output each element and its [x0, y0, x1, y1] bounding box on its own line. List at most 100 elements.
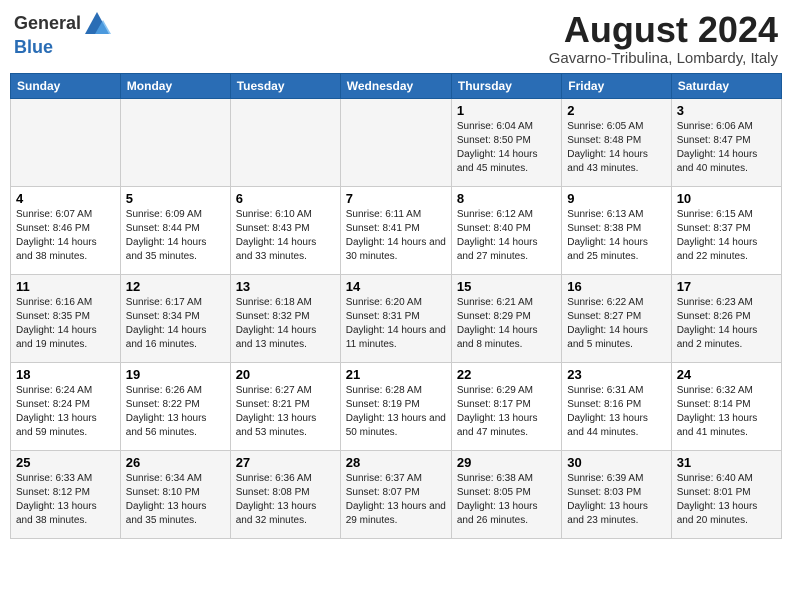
calendar-table: SundayMondayTuesdayWednesdayThursdayFrid… [10, 73, 782, 539]
day-info: Sunrise: 6:07 AM Sunset: 8:46 PM Dayligh… [16, 208, 115, 264]
calendar-cell: 31 Sunrise: 6:40 AM Sunset: 8:01 PM Dayli… [671, 450, 781, 538]
logo-blue: Blue [14, 37, 53, 57]
calendar-cell: 17Sunrise: 6:23 AM Sunset: 8:26 PM Dayli… [671, 274, 781, 362]
day-info: Sunrise: 6:38 AM Sunset: 8:05 PM Dayligh… [457, 472, 556, 528]
day-number: 8 [457, 191, 556, 206]
logo-icon [83, 10, 111, 38]
calendar-cell: 29 Sunrise: 6:38 AM Sunset: 8:05 PM Dayli… [451, 450, 561, 538]
day-info: Sunrise: 6:18 AM Sunset: 8:32 PM Dayligh… [236, 296, 335, 352]
weekday-header-sunday: Sunday [11, 73, 121, 98]
day-number: 25 [16, 455, 115, 470]
calendar-cell: 11Sunrise: 6:16 AM Sunset: 8:35 PM Dayli… [11, 274, 121, 362]
day-number: 1 [457, 103, 556, 118]
day-number: 16 [567, 279, 665, 294]
day-number: 10 [677, 191, 776, 206]
day-number: 20 [236, 367, 335, 382]
day-number: 12 [126, 279, 225, 294]
day-number: 7 [346, 191, 446, 206]
weekday-header-thursday: Thursday [451, 73, 561, 98]
day-number: 19 [126, 367, 225, 382]
day-number: 28 [346, 455, 446, 470]
calendar-cell [340, 98, 451, 186]
calendar-cell: 26 Sunrise: 6:34 AM Sunset: 8:10 PM Dayli… [120, 450, 230, 538]
weekday-header-monday: Monday [120, 73, 230, 98]
calendar-cell: 23Sunrise: 6:31 AM Sunset: 8:16 PM Dayli… [562, 362, 671, 450]
day-number: 29 [457, 455, 556, 470]
calendar-cell: 7Sunrise: 6:11 AM Sunset: 8:41 PM Daylig… [340, 186, 451, 274]
day-info: Sunrise: 6:17 AM Sunset: 8:34 PM Dayligh… [126, 296, 225, 352]
day-number: 18 [16, 367, 115, 382]
day-info: Sunrise: 6:28 AM Sunset: 8:19 PM Dayligh… [346, 384, 446, 440]
weekday-header-tuesday: Tuesday [230, 73, 340, 98]
day-number: 2 [567, 103, 665, 118]
day-info: Sunrise: 6:16 AM Sunset: 8:35 PM Dayligh… [16, 296, 115, 352]
day-info: Sunrise: 6:29 AM Sunset: 8:17 PM Dayligh… [457, 384, 556, 440]
day-info: Sunrise: 6:34 AM Sunset: 8:10 PM Dayligh… [126, 472, 225, 528]
calendar-cell: 10 Sunrise: 6:15 AM Sunset: 8:37 PM Dayli… [671, 186, 781, 274]
day-info: Sunrise: 6:05 AM Sunset: 8:48 PM Dayligh… [567, 120, 665, 176]
day-info: Sunrise: 6:21 AM Sunset: 8:29 PM Dayligh… [457, 296, 556, 352]
day-info: Sunrise: 6:20 AM Sunset: 8:31 PM Dayligh… [346, 296, 446, 352]
day-info: Sunrise: 6:31 AM Sunset: 8:16 PM Dayligh… [567, 384, 665, 440]
calendar-cell: 30 Sunrise: 6:39 AM Sunset: 8:03 PM Dayli… [562, 450, 671, 538]
calendar-cell: 2 Sunrise: 6:05 AM Sunset: 8:48 PM Daylig… [562, 98, 671, 186]
calendar-cell: 25Sunrise: 6:33 AM Sunset: 8:12 PM Dayli… [11, 450, 121, 538]
day-number: 24 [677, 367, 776, 382]
calendar-cell: 3 Sunrise: 6:06 AM Sunset: 8:47 PM Daylig… [671, 98, 781, 186]
calendar-cell: 12 Sunrise: 6:17 AM Sunset: 8:34 PM Dayli… [120, 274, 230, 362]
week-row-4: 18 Sunrise: 6:24 AM Sunset: 8:24 PM Dayli… [11, 362, 782, 450]
calendar-cell: 16 Sunrise: 6:22 AM Sunset: 8:27 PM Dayli… [562, 274, 671, 362]
day-info: Sunrise: 6:04 AM Sunset: 8:50 PM Dayligh… [457, 120, 556, 176]
location-title: Gavarno-Tribulina, Lombardy, Italy [549, 50, 778, 67]
calendar-cell: 13Sunrise: 6:18 AM Sunset: 8:32 PM Dayli… [230, 274, 340, 362]
page-header: General Blue August 2024 Gavarno-Tribuli… [10, 10, 782, 67]
day-info: Sunrise: 6:40 AM Sunset: 8:01 PM Dayligh… [677, 472, 776, 528]
day-number: 30 [567, 455, 665, 470]
calendar-cell: 27Sunrise: 6:36 AM Sunset: 8:08 PM Dayli… [230, 450, 340, 538]
day-number: 6 [236, 191, 335, 206]
calendar-cell [120, 98, 230, 186]
calendar-cell [230, 98, 340, 186]
day-number: 22 [457, 367, 556, 382]
weekday-header-saturday: Saturday [671, 73, 781, 98]
calendar-cell: 21Sunrise: 6:28 AM Sunset: 8:19 PM Dayli… [340, 362, 451, 450]
day-info: Sunrise: 6:36 AM Sunset: 8:08 PM Dayligh… [236, 472, 335, 528]
day-info: Sunrise: 6:10 AM Sunset: 8:43 PM Dayligh… [236, 208, 335, 264]
day-info: Sunrise: 6:27 AM Sunset: 8:21 PM Dayligh… [236, 384, 335, 440]
logo: General Blue [14, 10, 111, 58]
weekday-header-row: SundayMondayTuesdayWednesdayThursdayFrid… [11, 73, 782, 98]
day-number: 15 [457, 279, 556, 294]
weekday-header-friday: Friday [562, 73, 671, 98]
day-info: Sunrise: 6:09 AM Sunset: 8:44 PM Dayligh… [126, 208, 225, 264]
calendar-cell: 4 Sunrise: 6:07 AM Sunset: 8:46 PM Daylig… [11, 186, 121, 274]
day-info: Sunrise: 6:22 AM Sunset: 8:27 PM Dayligh… [567, 296, 665, 352]
day-info: Sunrise: 6:23 AM Sunset: 8:26 PM Dayligh… [677, 296, 776, 352]
day-number: 3 [677, 103, 776, 118]
week-row-1: 1 Sunrise: 6:04 AM Sunset: 8:50 PM Daylig… [11, 98, 782, 186]
day-info: Sunrise: 6:26 AM Sunset: 8:22 PM Dayligh… [126, 384, 225, 440]
calendar-cell [11, 98, 121, 186]
calendar-cell: 8 Sunrise: 6:12 AM Sunset: 8:40 PM Daylig… [451, 186, 561, 274]
day-number: 31 [677, 455, 776, 470]
day-number: 4 [16, 191, 115, 206]
calendar-cell: 6 Sunrise: 6:10 AM Sunset: 8:43 PM Daylig… [230, 186, 340, 274]
day-info: Sunrise: 6:32 AM Sunset: 8:14 PM Dayligh… [677, 384, 776, 440]
day-number: 26 [126, 455, 225, 470]
week-row-5: 25Sunrise: 6:33 AM Sunset: 8:12 PM Dayli… [11, 450, 782, 538]
day-info: Sunrise: 6:15 AM Sunset: 8:37 PM Dayligh… [677, 208, 776, 264]
calendar-cell: 22 Sunrise: 6:29 AM Sunset: 8:17 PM Dayli… [451, 362, 561, 450]
calendar-cell: 5Sunrise: 6:09 AM Sunset: 8:44 PM Daylig… [120, 186, 230, 274]
calendar-cell: 19 Sunrise: 6:26 AM Sunset: 8:22 PM Dayli… [120, 362, 230, 450]
day-info: Sunrise: 6:24 AM Sunset: 8:24 PM Dayligh… [16, 384, 115, 440]
calendar-cell: 15 Sunrise: 6:21 AM Sunset: 8:29 PM Dayli… [451, 274, 561, 362]
day-info: Sunrise: 6:06 AM Sunset: 8:47 PM Dayligh… [677, 120, 776, 176]
title-block: August 2024 Gavarno-Tribulina, Lombardy,… [549, 10, 778, 67]
day-number: 9 [567, 191, 665, 206]
calendar-cell: 9Sunrise: 6:13 AM Sunset: 8:38 PM Daylig… [562, 186, 671, 274]
calendar-cell: 24 Sunrise: 6:32 AM Sunset: 8:14 PM Dayli… [671, 362, 781, 450]
day-info: Sunrise: 6:39 AM Sunset: 8:03 PM Dayligh… [567, 472, 665, 528]
week-row-3: 11Sunrise: 6:16 AM Sunset: 8:35 PM Dayli… [11, 274, 782, 362]
logo-general: General [14, 14, 81, 34]
day-info: Sunrise: 6:12 AM Sunset: 8:40 PM Dayligh… [457, 208, 556, 264]
weekday-header-wednesday: Wednesday [340, 73, 451, 98]
